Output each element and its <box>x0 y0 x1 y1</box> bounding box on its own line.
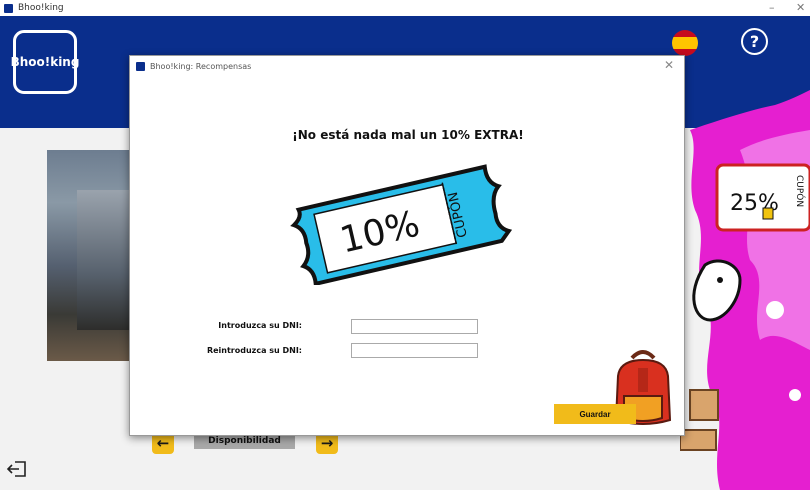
dialog-title: Bhoo!king: Recompensas <box>150 61 252 71</box>
dialog-close-button[interactable]: ✕ <box>664 58 674 72</box>
dni-label: Introduzca su DNI: <box>218 321 302 330</box>
window-title: Bhoo!king <box>18 3 64 13</box>
help-icon[interactable]: ? <box>741 28 768 55</box>
close-window-button[interactable]: ✕ <box>796 0 805 16</box>
rewards-dialog: Bhoo!king: Recompensas ✕ ¡No está nada m… <box>129 55 685 436</box>
dni-repeat-label: Reintroduzca su DNI: <box>206 346 302 355</box>
dialog-app-icon <box>136 61 145 71</box>
save-button[interactable]: Guardar <box>554 404 636 424</box>
logout-icon[interactable] <box>6 459 28 479</box>
dialog-titlebar: Bhoo!king: Recompensas <box>130 56 684 76</box>
app-logo[interactable]: Bhoo!king <box>11 30 79 94</box>
window-titlebar: Bhoo!king – ✕ <box>0 0 810 16</box>
coupon-ticket-image: 10% CUPÓN <box>290 164 512 285</box>
dni-repeat-input[interactable] <box>351 343 478 358</box>
decorative-illustration: 25% CUPÓN <box>680 90 810 490</box>
hotel-photo <box>47 150 130 361</box>
reward-headline: ¡No está nada mal un 10% EXTRA! <box>292 128 524 142</box>
coupon-25-side-text: CUPÓN <box>794 175 806 207</box>
minimize-button[interactable]: – <box>769 0 775 16</box>
dni-input[interactable] <box>351 319 478 334</box>
spain-flag-icon[interactable] <box>672 30 698 56</box>
app-icon <box>4 3 13 13</box>
